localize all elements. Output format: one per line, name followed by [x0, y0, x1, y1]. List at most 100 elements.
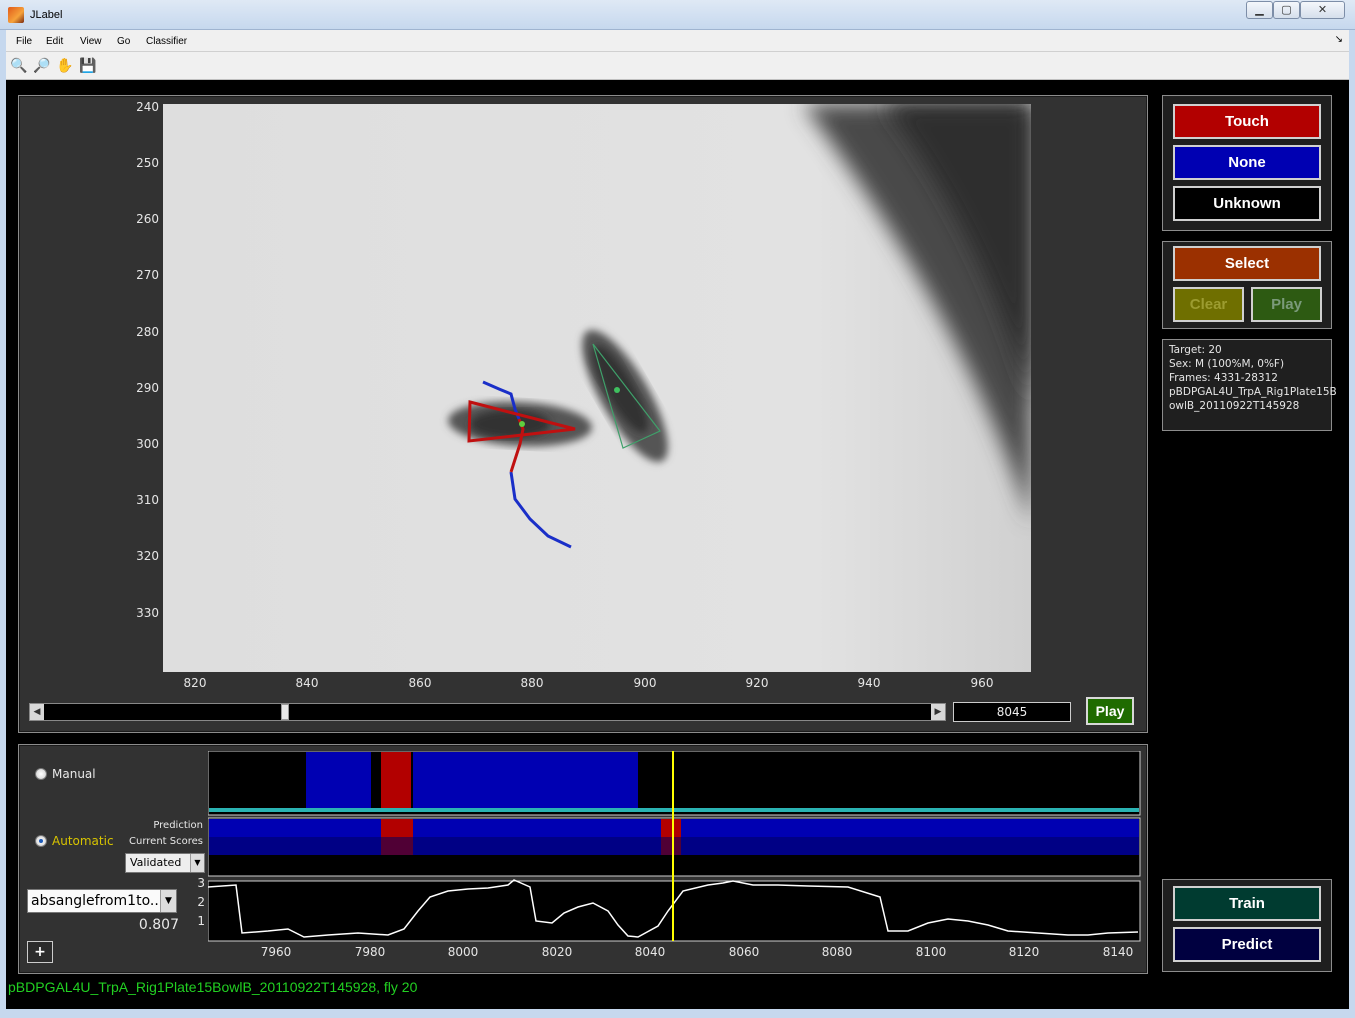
frame-slider[interactable]: ◀ ▶	[29, 703, 946, 721]
title-bar: JLabel ▁ ▢ ✕	[0, 0, 1355, 30]
menu-classifier[interactable]: Classifier	[146, 36, 187, 47]
fly-right-center-dot	[614, 387, 620, 393]
label-timeline[interactable]	[208, 751, 1142, 943]
window-border-right	[1349, 30, 1355, 1009]
timeline-x-tick: 7980	[354, 945, 386, 959]
slider-right-arrow-icon[interactable]: ▶	[931, 704, 945, 720]
main-area: 240 250 260 270 280 290 300 310 320 330	[6, 81, 1349, 1009]
timeline-x-tick: 8100	[915, 945, 947, 959]
y-tick-label: 250	[136, 156, 159, 170]
matlab-app-icon	[8, 7, 24, 23]
menu-file[interactable]: File	[16, 36, 32, 47]
toolbar: 🔍 🔎 ✋ 💾	[6, 52, 1349, 80]
menu-bar: File Edit View Go Classifier ↘	[6, 30, 1349, 52]
x-tick-label: 860	[408, 676, 432, 690]
scores-mode-dropdown[interactable]: Validated ▼	[125, 853, 205, 873]
manual-none-segment	[413, 752, 638, 809]
y-tick-label: 290	[136, 381, 159, 395]
timeline-x-tick: 8000	[447, 945, 479, 959]
pan-hand-icon[interactable]: ✋	[56, 57, 74, 75]
y-tick-label: 320	[136, 549, 159, 563]
automatic-radio[interactable]	[35, 835, 47, 847]
clear-button[interactable]: Clear	[1173, 287, 1244, 322]
menu-view[interactable]: View	[80, 36, 102, 47]
label-buttons-panel: Touch None Unknown	[1162, 95, 1332, 231]
y-tick-label: 280	[136, 325, 159, 339]
plot-y-tick: 3	[197, 876, 205, 890]
close-button[interactable]: ✕	[1300, 1, 1345, 19]
dock-arrow-icon[interactable]: ↘	[1335, 34, 1343, 45]
y-tick-label: 240	[136, 100, 159, 114]
unknown-label-button[interactable]: Unknown	[1173, 186, 1321, 221]
window-border-bottom	[0, 1009, 1355, 1018]
menu-edit[interactable]: Edit	[46, 36, 63, 47]
timeline-x-tick: 8020	[541, 945, 573, 959]
timeline-panel: Manual Automatic Prediction Current Scor…	[18, 744, 1148, 974]
feature-value: 0.807	[138, 917, 179, 933]
target-frames: Frames: 4331-28312	[1169, 372, 1278, 384]
x-tick-label: 900	[633, 676, 657, 690]
x-tick-label: 920	[745, 676, 769, 690]
timeline-x-tick: 7960	[260, 945, 292, 959]
plot-y-tick: 1	[197, 914, 205, 928]
predict-button[interactable]: Predict	[1173, 927, 1321, 962]
experiment-name-line1: pBDPGAL4U_TrpA_Rig1Plate15B	[1169, 386, 1337, 398]
select-button[interactable]: Select	[1173, 246, 1321, 281]
plot-y-tick: 2	[197, 895, 205, 909]
timeline-x-tick: 8140	[1102, 945, 1134, 959]
prediction-label: Prediction	[153, 820, 203, 831]
status-text: pBDPGAL4U_TrpA_Rig1Plate15BowlB_20110922…	[8, 979, 418, 995]
target-info-panel: Target: 20 Sex: M (100%M, 0%F) Frames: 4…	[1162, 339, 1337, 431]
feature-dropdown[interactable]: absanglefrom1to... ▼	[27, 889, 177, 913]
slider-left-arrow-icon[interactable]: ◀	[30, 704, 44, 720]
timeline-x-tick: 8060	[728, 945, 760, 959]
window-title: JLabel	[30, 9, 63, 21]
none-label-button[interactable]: None	[1173, 145, 1321, 180]
automatic-label: Automatic	[52, 834, 114, 848]
x-tick-label: 880	[520, 676, 544, 690]
experiment-name-line2: owlB_20110922T145928	[1169, 400, 1300, 412]
train-panel: Train Predict	[1162, 879, 1332, 972]
target-fly-center-dot	[519, 421, 525, 427]
y-tick-label: 300	[136, 437, 159, 451]
add-feature-button[interactable]: +	[27, 941, 53, 963]
x-tick-label: 840	[295, 676, 319, 690]
x-tick-label: 960	[970, 676, 994, 690]
play-selection-button[interactable]: Play	[1251, 287, 1322, 322]
menu-go[interactable]: Go	[117, 36, 130, 47]
selection-panel: Select Clear Play	[1162, 241, 1332, 329]
dropdown-arrow-icon: ▼	[190, 854, 204, 872]
timeline-x-tick: 8080	[821, 945, 853, 959]
x-tick-label: 820	[183, 676, 207, 690]
touch-label-button[interactable]: Touch	[1173, 104, 1321, 139]
scores-mode-value: Validated	[130, 856, 182, 869]
manual-none-segment	[306, 752, 371, 809]
current-scores-label: Current Scores	[129, 836, 203, 847]
y-tick-label: 310	[136, 493, 159, 507]
video-panel: 240 250 260 270 280 290 300 310 320 330	[18, 95, 1148, 733]
y-tick-label: 330	[136, 606, 159, 620]
maximize-button[interactable]: ▢	[1273, 1, 1300, 19]
x-tick-label: 940	[857, 676, 881, 690]
slider-thumb[interactable]	[281, 704, 290, 720]
frame-number-field[interactable]: 8045	[953, 702, 1071, 722]
timeline-x-tick: 8040	[634, 945, 666, 959]
target-id: Target: 20	[1169, 344, 1222, 356]
save-icon[interactable]: 💾	[79, 57, 97, 75]
fly-video-frame[interactable]	[163, 104, 1031, 672]
manual-touch-segment	[381, 752, 411, 809]
y-tick-label: 270	[136, 268, 159, 282]
manual-label: Manual	[52, 767, 96, 781]
jlabel-window: JLabel ▁ ▢ ✕ File Edit View Go Classifie…	[0, 0, 1355, 1018]
minimize-button[interactable]: ▁	[1246, 1, 1273, 19]
y-tick-label: 260	[136, 212, 159, 226]
feature-name: absanglefrom1to...	[31, 893, 164, 909]
play-video-button[interactable]: Play	[1086, 697, 1134, 725]
zoom-out-icon[interactable]: 🔎	[33, 57, 51, 75]
timeline-x-tick: 8120	[1008, 945, 1040, 959]
dropdown-arrow-icon: ▼	[160, 890, 176, 912]
manual-radio[interactable]	[35, 768, 47, 780]
target-sex: Sex: M (100%M, 0%F)	[1169, 358, 1285, 370]
train-button[interactable]: Train	[1173, 886, 1321, 921]
zoom-in-icon[interactable]: 🔍	[10, 57, 28, 75]
